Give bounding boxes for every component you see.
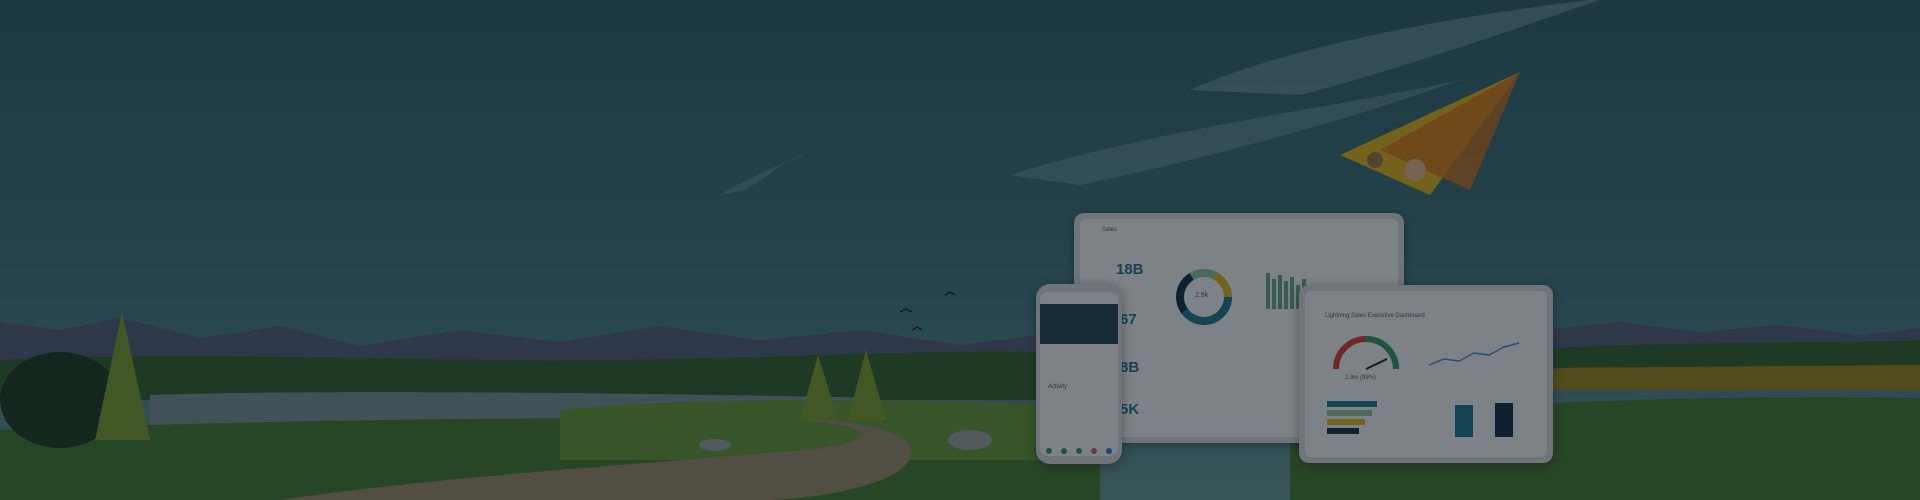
kpi-1: 18B	[1116, 261, 1144, 278]
kpi-2: 67	[1120, 311, 1137, 328]
gauge-value: 2.9m (99%)	[1345, 375, 1377, 381]
gauge-chart	[1333, 336, 1399, 370]
tablet-device: Lightning Sales Executive Dashboard 2.9m…	[1299, 285, 1553, 463]
hero-banner-scene	[0, 0, 1920, 500]
desktop-app-name: Sales	[1102, 227, 1118, 233]
phone-section-label: Activity	[1048, 384, 1068, 390]
tablet-screen: Lightning Sales Executive Dashboard 2.9m…	[1305, 291, 1547, 457]
phone-device: Activity	[1036, 284, 1122, 464]
donut-center-value: 2.9k	[1195, 292, 1209, 299]
stacked-bar-chart	[1327, 401, 1377, 434]
column-chart	[1455, 403, 1513, 437]
tablet-dashboard-title: Lightning Sales Executive Dashboard	[1325, 313, 1425, 319]
kpi-4: 5K	[1120, 401, 1140, 418]
rock	[948, 430, 992, 450]
rock	[699, 439, 731, 451]
kpi-3: 8B	[1120, 359, 1140, 376]
line-chart	[1429, 342, 1520, 366]
phone-screen: Activity	[1040, 292, 1118, 456]
